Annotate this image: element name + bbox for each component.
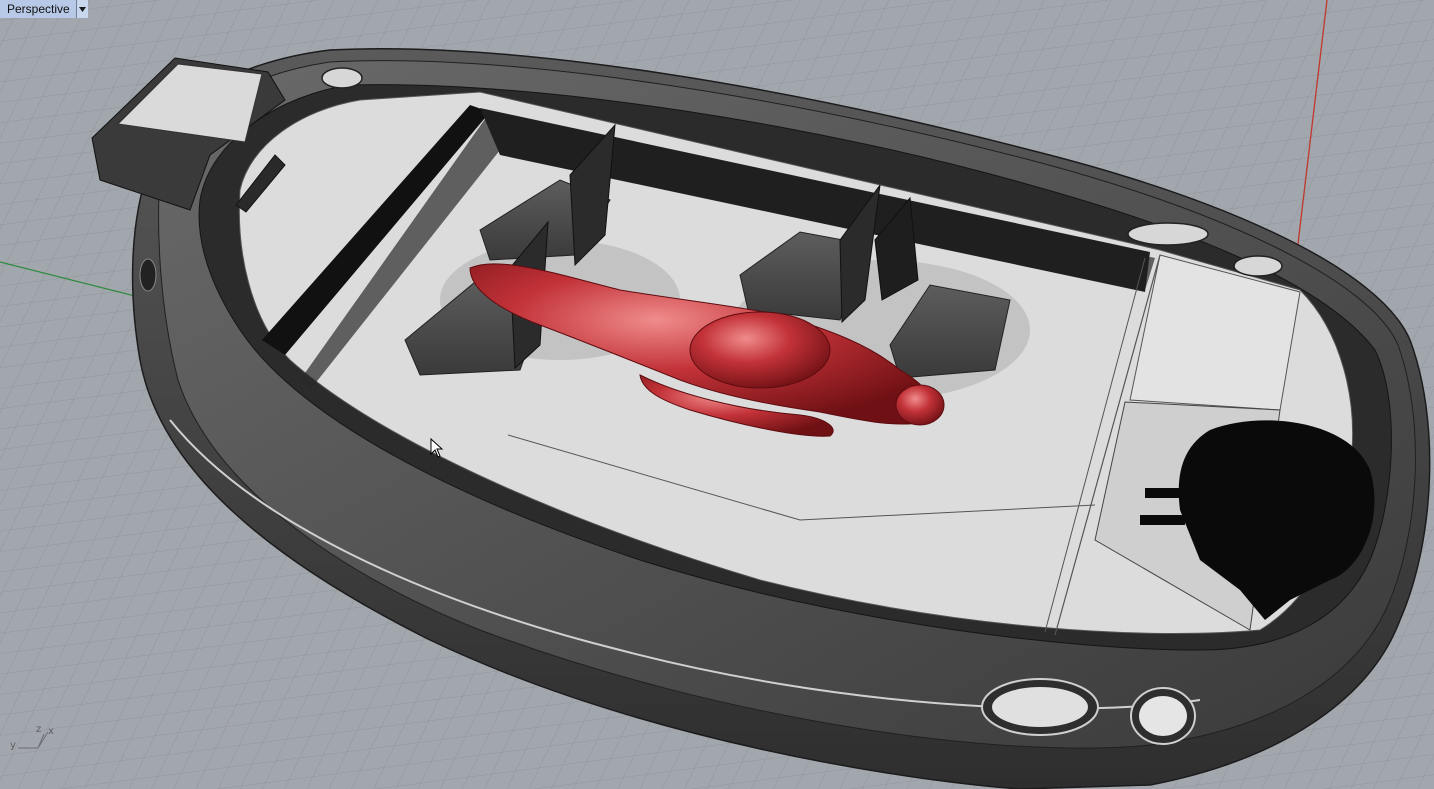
perspective-viewport[interactable]: Perspective y z x xyxy=(0,0,1434,789)
dropdown-arrow-icon[interactable] xyxy=(76,0,88,18)
scene-canvas xyxy=(0,0,1434,789)
viewport-title-tab[interactable]: Perspective xyxy=(0,0,88,18)
axis-label-z: z xyxy=(36,724,42,735)
mouse-cursor-icon xyxy=(430,438,444,458)
viewport-title[interactable]: Perspective xyxy=(0,0,77,18)
axis-gizmo: y z x xyxy=(8,722,60,758)
axis-label-y: y xyxy=(10,740,16,751)
axis-label-x: x xyxy=(48,726,54,737)
